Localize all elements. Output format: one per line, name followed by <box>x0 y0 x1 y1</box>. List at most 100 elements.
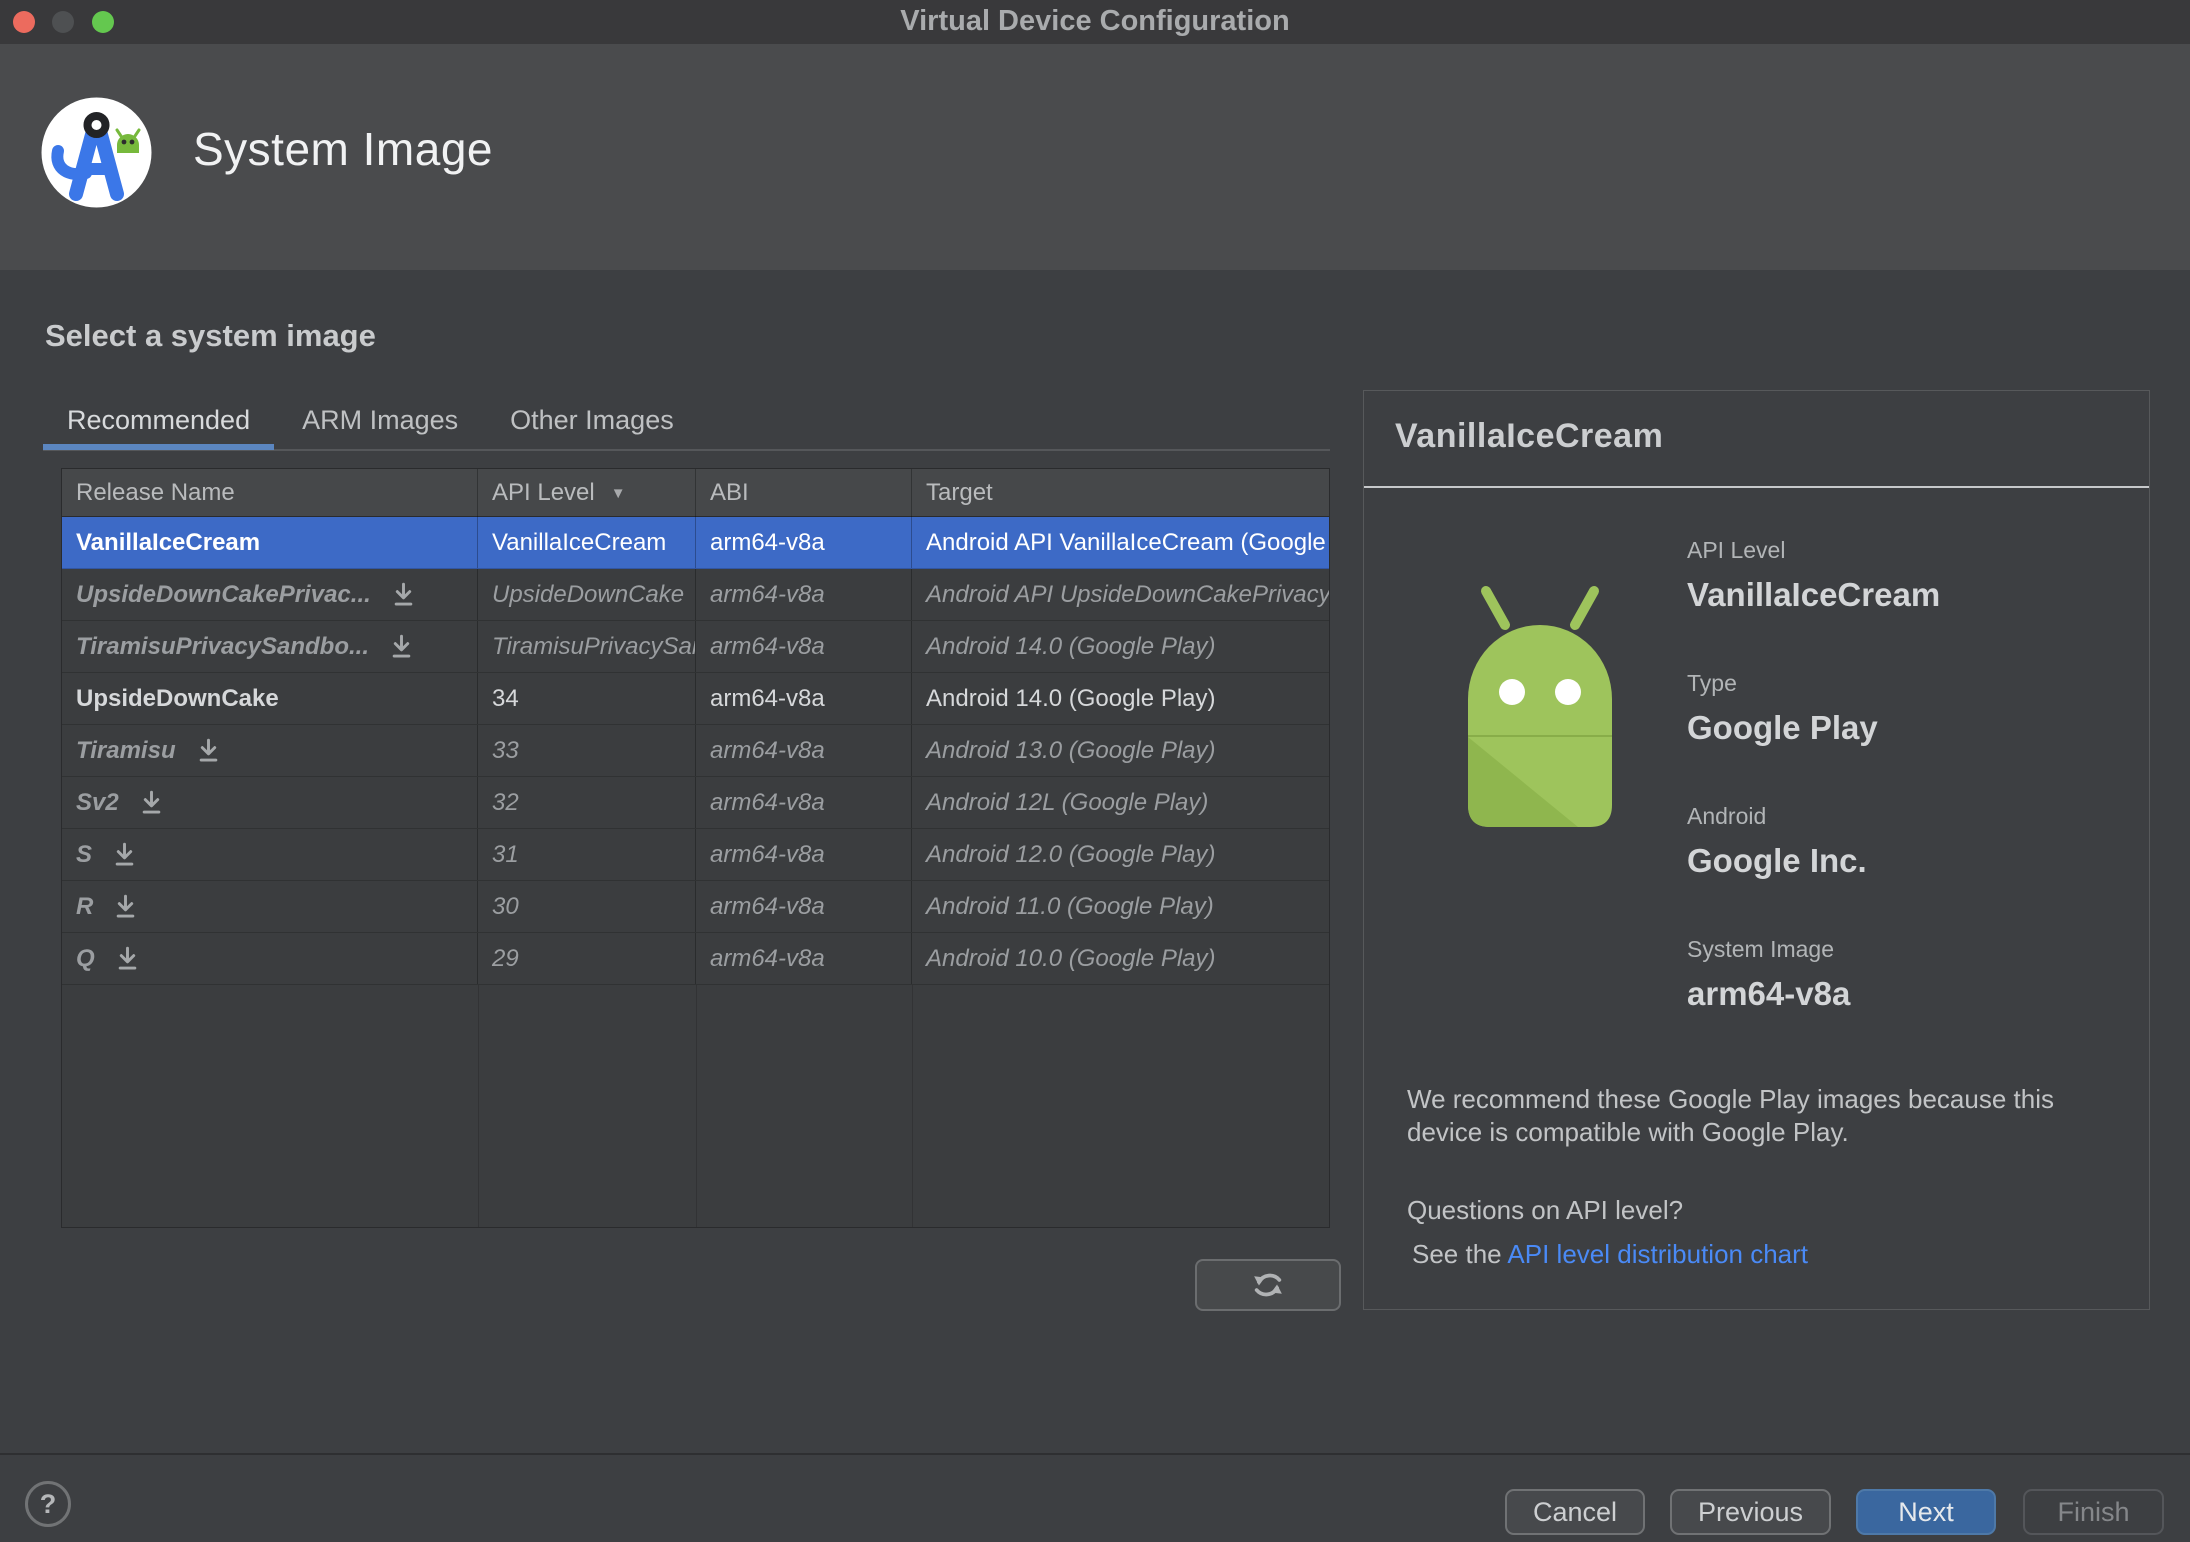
column-header-abi[interactable]: ABI <box>696 469 912 517</box>
abi-cell: arm64-v8a <box>696 673 912 724</box>
column-header-release-name[interactable]: Release Name <box>62 469 478 517</box>
system-image-row[interactable]: VanillaIceCream VanillaIceCream arm64-v8… <box>62 517 1329 569</box>
api-level-cell: 30 <box>478 881 696 932</box>
download-icon[interactable] <box>196 738 221 764</box>
android-robot-icon <box>1468 586 1612 827</box>
dialog-footer: ? Cancel Previous Next Finish <box>0 1453 2190 1542</box>
detail-field: Type Google Play <box>1687 670 1940 747</box>
section-heading: Select a system image <box>45 318 376 353</box>
target-cell: Android 13.0 (Google Play) <box>926 736 1216 764</box>
download-icon[interactable] <box>389 634 414 660</box>
detail-field-value: arm64-v8a <box>1687 975 1851 1012</box>
system-image-row[interactable]: UpsideDownCake 34 arm64-v8a Android 14.0… <box>62 673 1329 725</box>
tab-recommended[interactable]: Recommended <box>43 395 275 450</box>
api-level-distribution-chart-link[interactable]: API level distribution chart <box>1507 1239 1808 1269</box>
window-titlebar: Virtual Device Configuration <box>0 0 2190 44</box>
abi-cell: arm64-v8a <box>696 881 912 932</box>
target-cell: Android 14.0 (Google Play) <box>926 684 1216 712</box>
cancel-button[interactable]: Cancel <box>1505 1489 1645 1535</box>
api-level-cell: VanillaIceCream <box>478 517 696 568</box>
system-image-row[interactable]: R 30 arm64-v8a Android 11.0 (Google Play… <box>62 881 1329 933</box>
system-image-table-body: VanillaIceCream VanillaIceCream arm64-v8… <box>62 517 1329 985</box>
abi-cell: arm64-v8a <box>696 517 912 568</box>
release-name: VanillaIceCream <box>76 528 261 556</box>
selected-image-title: VanillaIceCream <box>1395 417 1664 455</box>
detail-field: System Image arm64-v8a <box>1687 936 1940 1013</box>
abi-cell: arm64-v8a <box>696 621 912 672</box>
column-header-target[interactable]: Target <box>912 469 1329 517</box>
detail-field-label: Type <box>1687 670 1737 696</box>
refresh-icon <box>1254 1273 1282 1297</box>
api-level-question: Questions on API level? <box>1407 1195 1684 1225</box>
api-level-cell: 33 <box>478 725 696 776</box>
download-icon[interactable] <box>139 790 164 816</box>
see-the-text: See the <box>1412 1239 1508 1269</box>
tab-other-images[interactable]: Other Images <box>486 395 698 445</box>
refresh-button[interactable] <box>1195 1259 1341 1311</box>
detail-field-label: Android <box>1687 803 1767 829</box>
system-image-row[interactable]: TiramisuPrivacySandbo... TiramisuPrivacy… <box>62 621 1329 673</box>
column-header-api-level[interactable]: API Level ▼ <box>478 469 696 517</box>
detail-field: Android Google Inc. <box>1687 803 1940 880</box>
target-cell: Android 14.0 (Google Play) <box>926 632 1216 660</box>
android-studio-logo-icon <box>41 97 152 208</box>
system-image-table: Release Name API Level ▼ ABI Target Vani… <box>61 468 1330 1228</box>
download-icon[interactable] <box>115 946 140 972</box>
api-level-cell: TiramisuPrivacySandbox <box>478 621 696 672</box>
target-cell: Android API UpsideDownCakePrivacySandbox… <box>926 580 1329 608</box>
abi-cell: arm64-v8a <box>696 725 912 776</box>
next-button[interactable]: Next <box>1856 1489 1996 1535</box>
tab-arm-images[interactable]: ARM Images <box>278 395 482 445</box>
system-image-row[interactable]: S 31 arm64-v8a Android 12.0 (Google Play… <box>62 829 1329 881</box>
release-name: S <box>76 840 93 868</box>
table-header-row: Release Name API Level ▼ ABI Target <box>62 469 1329 517</box>
system-image-row[interactable]: Q 29 arm64-v8a Android 10.0 (Google Play… <box>62 933 1329 985</box>
virtual-device-configuration-dialog: Virtual Device Configuration System Imag… <box>0 0 2190 1542</box>
release-name: Tiramisu <box>76 736 176 764</box>
system-image-row[interactable]: Sv2 32 arm64-v8a Android 12L (Google Pla… <box>62 777 1329 829</box>
previous-button[interactable]: Previous <box>1670 1489 1831 1535</box>
release-name: UpsideDownCake <box>76 684 279 712</box>
question-mark-icon: ? <box>39 1488 57 1519</box>
detail-field: API Level VanillaIceCream <box>1687 537 1940 614</box>
download-icon[interactable] <box>112 842 137 868</box>
abi-cell: arm64-v8a <box>696 777 912 828</box>
target-cell: Android 11.0 (Google Play) <box>926 892 1214 920</box>
target-cell: Android 10.0 (Google Play) <box>926 944 1216 972</box>
column-divider <box>478 985 479 1227</box>
detail-field-value: Google Inc. <box>1687 842 1867 879</box>
release-name: TiramisuPrivacySandbo... <box>76 632 370 660</box>
wizard-header: System Image <box>0 44 2190 270</box>
abi-cell: arm64-v8a <box>696 569 912 620</box>
system-image-row[interactable]: UpsideDownCakePrivac... UpsideDownCake a… <box>62 569 1329 621</box>
panel-divider <box>1364 486 2149 488</box>
detail-field-value: Google Play <box>1687 709 1878 746</box>
api-level-cell: UpsideDownCake <box>478 569 696 620</box>
detail-field-label: API Level <box>1687 537 1786 563</box>
wizard-step-title: System Image <box>193 123 493 175</box>
sort-descending-icon: ▼ <box>610 484 626 502</box>
window-title: Virtual Device Configuration <box>900 5 1290 37</box>
image-category-tabs: Recommended ARM Images Other Images <box>43 395 702 450</box>
column-divider <box>912 985 913 1227</box>
system-image-row[interactable]: Tiramisu 33 arm64-v8a Android 13.0 (Goog… <box>62 725 1329 777</box>
download-icon[interactable] <box>113 894 138 920</box>
api-level-cell: 31 <box>478 829 696 880</box>
abi-cell: arm64-v8a <box>696 933 912 984</box>
target-cell: Android 12L (Google Play) <box>926 788 1209 816</box>
api-level-cell: 32 <box>478 777 696 828</box>
finish-button-disabled: Finish <box>2023 1489 2164 1535</box>
release-name: Q <box>76 944 95 972</box>
release-name: UpsideDownCakePrivac... <box>76 580 371 608</box>
target-cell: Android 12.0 (Google Play) <box>926 840 1216 868</box>
api-level-cell: 29 <box>478 933 696 984</box>
download-icon[interactable] <box>391 582 416 608</box>
recommendation-text: We recommend these Google Play images be… <box>1407 1084 2054 1147</box>
release-name: R <box>76 892 94 920</box>
detail-fields: API Level VanillaIceCream Type Google Pl… <box>1687 537 1940 1069</box>
api-level-cell: 34 <box>478 673 696 724</box>
detail-field-label: System Image <box>1687 936 1834 962</box>
release-name: Sv2 <box>76 788 119 816</box>
help-button[interactable]: ? <box>25 1481 71 1527</box>
abi-cell: arm64-v8a <box>696 829 912 880</box>
